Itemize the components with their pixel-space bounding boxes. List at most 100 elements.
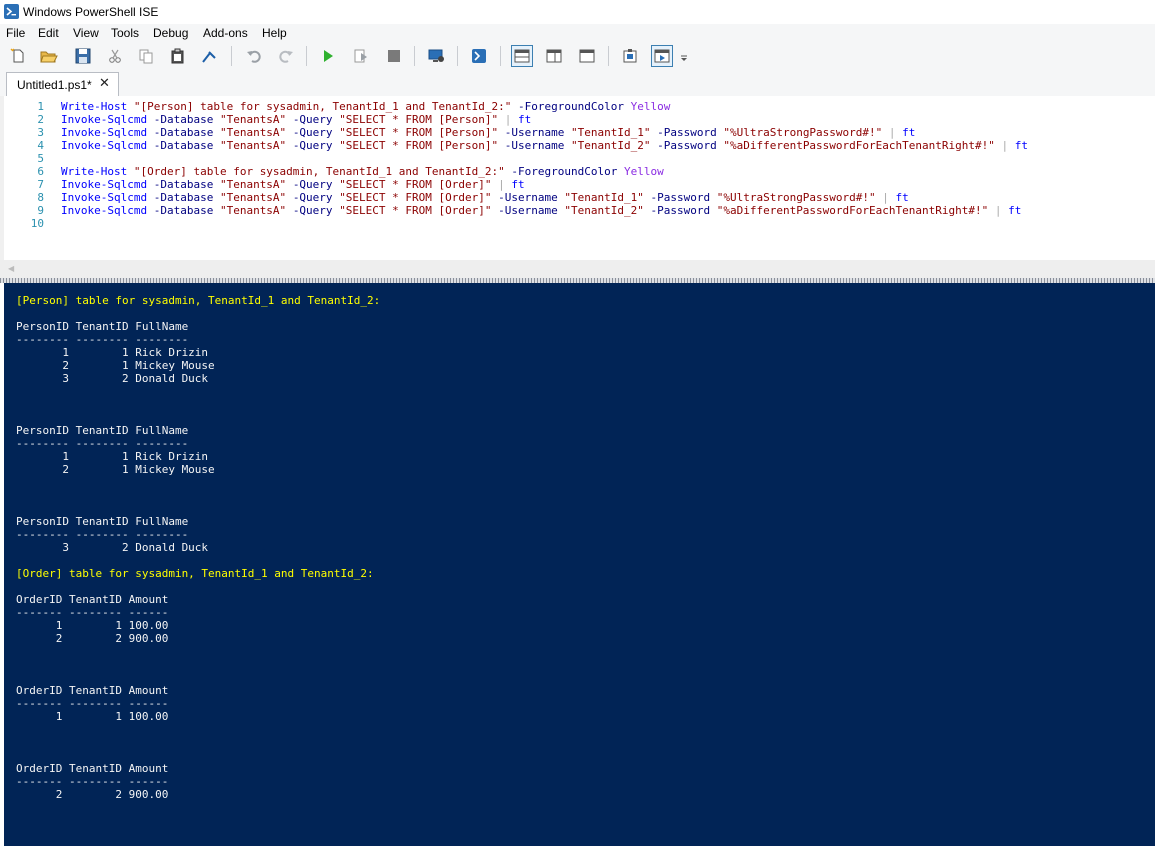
code-token: "SELECT * FROM [Person]" [339,139,499,152]
code-token: -Query [292,139,333,152]
code-token: "TenantsA" [219,204,287,217]
run-selection-icon[interactable] [350,45,372,67]
layout-max-icon[interactable] [576,45,598,67]
clear-console-icon[interactable] [198,45,220,67]
line-number: 6 [37,165,44,178]
code-token: -Query [292,178,333,191]
code-token: "SELECT * FROM [Person]" [339,113,499,126]
code-token: "TenantsA" [219,191,287,204]
menu-help[interactable]: Help [262,25,287,41]
line-number: 5 [37,152,44,165]
code-token: "%aDifferentPasswordForEachTenantRight#!… [723,139,995,152]
code-text: Write-Host "[Person] table for sysadmin,… [61,100,670,113]
menu-file[interactable]: File [6,25,25,41]
toolbar-separator [608,46,609,66]
new-icon[interactable] [7,45,29,67]
code-token: Yellow [623,165,664,178]
code-text: Invoke-Sqlcmd -Database "TenantsA" -Quer… [61,126,915,139]
console-line: [Person] table for sysadmin, TenantId_1 … [16,294,381,307]
editor-horizontal-scrollbar[interactable]: ◀ [0,260,1155,278]
run-script-icon[interactable] [317,45,339,67]
console-line: 3 2 Donald Duck [16,372,209,385]
console-line: PersonID TenantID FullName [16,424,189,437]
code-token: "SELECT * FROM [Order]" [339,191,492,204]
overflow-icon[interactable] [677,45,691,67]
save-icon[interactable] [72,45,94,67]
close-icon[interactable]: ✕ [99,77,110,91]
line-number: 9 [37,204,44,217]
code-token: -Password [657,139,717,152]
redo-icon[interactable] [275,45,297,67]
code-token: "%aDifferentPasswordForEachTenantRight#!… [716,204,989,217]
code-token: ft [518,113,532,126]
console-line: OrderID TenantID Amount [16,684,169,697]
code-token: Invoke-Sqlcmd [61,139,148,152]
script-editor[interactable]: 1 Write-Host "[Person] table for sysadmin… [0,96,1155,260]
menu-edit[interactable]: Edit [38,25,59,41]
menu-add-ons[interactable]: Add-ons [203,25,248,41]
remote-powershell-icon[interactable] [425,45,447,67]
show-addon-icon[interactable] [651,45,673,67]
code-text: Invoke-Sqlcmd -Database "TenantsA" -Quer… [61,178,525,191]
code-token: "TenantsA" [219,113,287,126]
menu-debug[interactable]: Debug [153,25,188,41]
line-number: 7 [37,178,44,191]
code-token: Write-Host [61,100,128,113]
menu-tools[interactable]: Tools [111,25,139,41]
menu-view[interactable]: View [73,25,99,41]
cut-icon[interactable] [104,45,126,67]
console-line: ------- -------- ------ [16,697,169,710]
toolbar-separator [231,46,232,66]
scroll-left-icon[interactable]: ◀ [8,264,14,273]
powershell-icon[interactable] [468,45,490,67]
stop-icon[interactable] [383,45,405,67]
open-icon[interactable] [38,45,60,67]
console-line: OrderID TenantID Amount [16,593,169,606]
code-token: Invoke-Sqlcmd [61,126,148,139]
console-line: -------- -------- -------- [16,437,189,450]
code-text: Invoke-Sqlcmd -Database "TenantsA" -Quer… [61,113,531,126]
code-token: -Database [153,126,214,139]
code-token: Invoke-Sqlcmd [61,178,148,191]
code-token: -Username [498,191,558,204]
undo-icon[interactable] [243,45,265,67]
console-line: PersonID TenantID FullName [16,320,189,333]
window-title: Windows PowerShell ISE [23,5,159,19]
menu-bar: File Edit View Tools Debug Add-ons Help [0,24,1155,42]
code-token: "TenantId_2" [571,139,651,152]
code-token: -Query [292,126,333,139]
title-bar: Windows PowerShell ISE [0,0,1155,24]
toolbar-separator [306,46,307,66]
code-token: | [882,191,889,204]
code-token: Yellow [630,100,671,113]
console-pane[interactable]: [Person] table for sysadmin, TenantId_1 … [4,283,1155,846]
code-token: -Password [657,126,717,139]
code-token: -Database [153,191,214,204]
code-token: -Database [153,113,214,126]
code-token: | [498,178,505,191]
layout-right-icon[interactable] [543,45,565,67]
tab-untitled1[interactable]: Untitled1.ps1* ✕ [6,72,119,96]
show-commands-icon[interactable] [619,45,641,67]
code-token: -Username [504,126,565,139]
code-token: "TenantId_1" [564,191,644,204]
layout-top-icon[interactable] [511,45,533,67]
copy-icon[interactable] [135,45,157,67]
paste-icon[interactable] [167,45,189,67]
code-token: "TenantsA" [219,126,287,139]
console-line: 3 2 Donald Duck [16,541,209,554]
console-line: 2 1 Mickey Mouse [16,359,215,372]
